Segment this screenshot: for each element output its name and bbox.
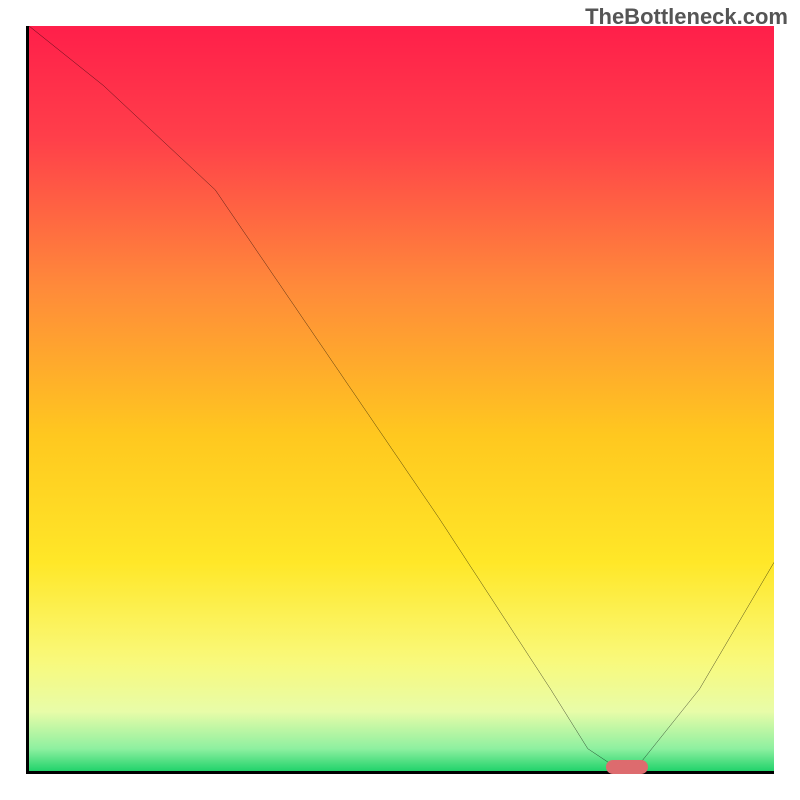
gradient-background: [29, 26, 774, 771]
watermark-text: TheBottleneck.com: [585, 4, 788, 30]
plot-area: [26, 26, 774, 774]
optimal-marker: [606, 760, 648, 774]
